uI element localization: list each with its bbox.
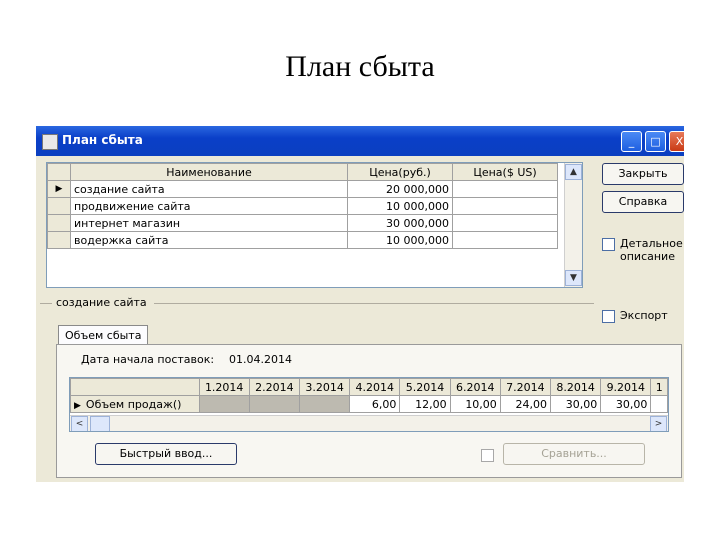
row-indicator: ▶ bbox=[74, 400, 81, 411]
table-row[interactable]: продвижение сайта 10 000,000 bbox=[47, 197, 558, 215]
price-rub-cell[interactable]: 30 000,000 bbox=[347, 214, 453, 232]
month-header[interactable]: 8.2014 bbox=[550, 378, 602, 396]
price-rub-cell[interactable]: 10 000,000 bbox=[347, 197, 453, 215]
month-header[interactable]: 5.2014 bbox=[399, 378, 451, 396]
scroll-thumb[interactable] bbox=[90, 416, 110, 431]
sales-cell[interactable]: 10,00 bbox=[449, 395, 501, 413]
table-row[interactable]: ▶ создание сайта 20 000,000 bbox=[47, 180, 558, 198]
sales-horizontal-scrollbar[interactable]: < > bbox=[70, 415, 668, 431]
maximize-button[interactable]: □ bbox=[645, 131, 666, 152]
window-title: План сбыта bbox=[62, 133, 143, 147]
column-header-name[interactable]: Наименование bbox=[70, 163, 348, 181]
detailed-description-label: Детальное описание bbox=[620, 237, 683, 263]
month-header[interactable]: 6.2014 bbox=[449, 378, 501, 396]
products-table: Наименование Цена(руб.) Цена($ US) ▶ соз… bbox=[46, 162, 583, 288]
checkbox-box[interactable] bbox=[602, 310, 615, 323]
help-button[interactable]: Справка bbox=[602, 191, 684, 213]
month-header[interactable]: 2.2014 bbox=[248, 378, 301, 396]
start-date-label: Дата начала поставок: bbox=[81, 353, 215, 366]
month-header[interactable]: 7.2014 bbox=[499, 378, 552, 396]
close-window-button[interactable]: X bbox=[669, 131, 684, 152]
checkbox-box[interactable] bbox=[481, 449, 494, 462]
scroll-down-button[interactable]: ▼ bbox=[565, 270, 582, 286]
sales-row-label: Объем продаж() bbox=[85, 397, 182, 411]
group-title: создание сайта bbox=[56, 296, 147, 309]
row-indicator bbox=[47, 197, 71, 215]
window-titlebar: План сбыта _ □ X bbox=[36, 126, 684, 156]
row-indicator bbox=[47, 231, 71, 249]
compare-button[interactable]: Сравнить... bbox=[503, 443, 645, 465]
compare-checkbox[interactable] bbox=[481, 448, 499, 462]
sales-cell[interactable]: 12,00 bbox=[399, 395, 451, 413]
sales-row[interactable]: ▶ Объем продаж() 6,00 12,00 10,00 24,00 3… bbox=[70, 395, 668, 413]
group-border-left bbox=[40, 303, 52, 304]
quick-input-button[interactable]: Быстрый ввод... bbox=[95, 443, 237, 465]
product-name-cell[interactable]: интернет магазин bbox=[70, 214, 348, 232]
sales-volume-panel: Дата начала поставок: 01.04.2014 1.2014 … bbox=[56, 344, 682, 478]
sales-cell[interactable]: 24,00 bbox=[499, 395, 552, 413]
column-header-price-rub[interactable]: Цена(руб.) bbox=[347, 163, 453, 181]
product-name-cell[interactable]: водержка сайта bbox=[70, 231, 348, 249]
close-button[interactable]: Закрыть bbox=[602, 163, 684, 185]
price-usd-cell[interactable] bbox=[452, 231, 558, 249]
sales-cell[interactable]: 30,00 bbox=[550, 395, 602, 413]
price-rub-cell[interactable]: 10 000,000 bbox=[347, 231, 453, 249]
month-header[interactable]: 9.2014 bbox=[600, 378, 652, 396]
sales-cell[interactable] bbox=[298, 395, 351, 413]
plan-window: План сбыта _ □ X Наименование Цена(руб.)… bbox=[36, 126, 684, 482]
products-vertical-scrollbar[interactable]: ▲ ▼ bbox=[564, 163, 582, 287]
sales-header-corner bbox=[70, 378, 200, 396]
month-header[interactable]: 4.2014 bbox=[349, 378, 401, 396]
scroll-right-button[interactable]: > bbox=[650, 416, 667, 431]
sales-grid-header: 1.2014 2.2014 3.2014 4.2014 5.2014 6.201… bbox=[70, 378, 668, 396]
product-name-cell[interactable]: создание сайта bbox=[70, 180, 348, 198]
tab-sales-volume[interactable]: Объем сбыта bbox=[58, 325, 149, 345]
month-header[interactable]: 3.2014 bbox=[298, 378, 351, 396]
product-name-cell[interactable]: продвижение сайта bbox=[70, 197, 348, 215]
row-indicator bbox=[47, 214, 71, 232]
sales-cell[interactable]: 6,00 bbox=[349, 395, 401, 413]
sales-cell[interactable]: 30,00 bbox=[600, 395, 652, 413]
scroll-left-button[interactable]: < bbox=[71, 416, 88, 431]
price-usd-cell[interactable] bbox=[452, 180, 558, 198]
price-usd-cell[interactable] bbox=[452, 214, 558, 232]
table-row[interactable]: интернет магазин 30 000,000 bbox=[47, 214, 558, 232]
header-indicator-cell bbox=[47, 163, 71, 181]
sales-cell[interactable] bbox=[650, 395, 668, 413]
detailed-description-checkbox[interactable]: Детальное описание bbox=[602, 237, 684, 263]
export-checkbox[interactable]: Экспорт bbox=[602, 309, 668, 323]
month-header[interactable]: 1.2014 bbox=[198, 378, 250, 396]
month-header[interactable]: 1 bbox=[650, 378, 668, 396]
column-header-price-usd[interactable]: Цена($ US) bbox=[452, 163, 558, 181]
price-usd-cell[interactable] bbox=[452, 197, 558, 215]
minimize-button[interactable]: _ bbox=[621, 131, 642, 152]
app-icon bbox=[42, 134, 58, 150]
start-date-value: 01.04.2014 bbox=[229, 353, 292, 366]
sales-grid: 1.2014 2.2014 3.2014 4.2014 5.2014 6.201… bbox=[69, 377, 669, 432]
export-label: Экспорт bbox=[620, 309, 668, 322]
checkbox-box[interactable] bbox=[602, 238, 615, 251]
sales-cell[interactable] bbox=[198, 395, 250, 413]
sales-row-header: ▶ Объем продаж() bbox=[70, 395, 200, 413]
slide-title: План сбыта bbox=[285, 50, 435, 83]
price-rub-cell[interactable]: 20 000,000 bbox=[347, 180, 453, 198]
row-indicator: ▶ bbox=[47, 180, 71, 198]
table-header: Наименование Цена(руб.) Цена($ US) bbox=[47, 163, 558, 181]
sales-cell[interactable] bbox=[248, 395, 301, 413]
group-border-right bbox=[154, 303, 594, 304]
table-row[interactable]: водержка сайта 10 000,000 bbox=[47, 231, 558, 249]
scroll-up-button[interactable]: ▲ bbox=[565, 164, 582, 180]
